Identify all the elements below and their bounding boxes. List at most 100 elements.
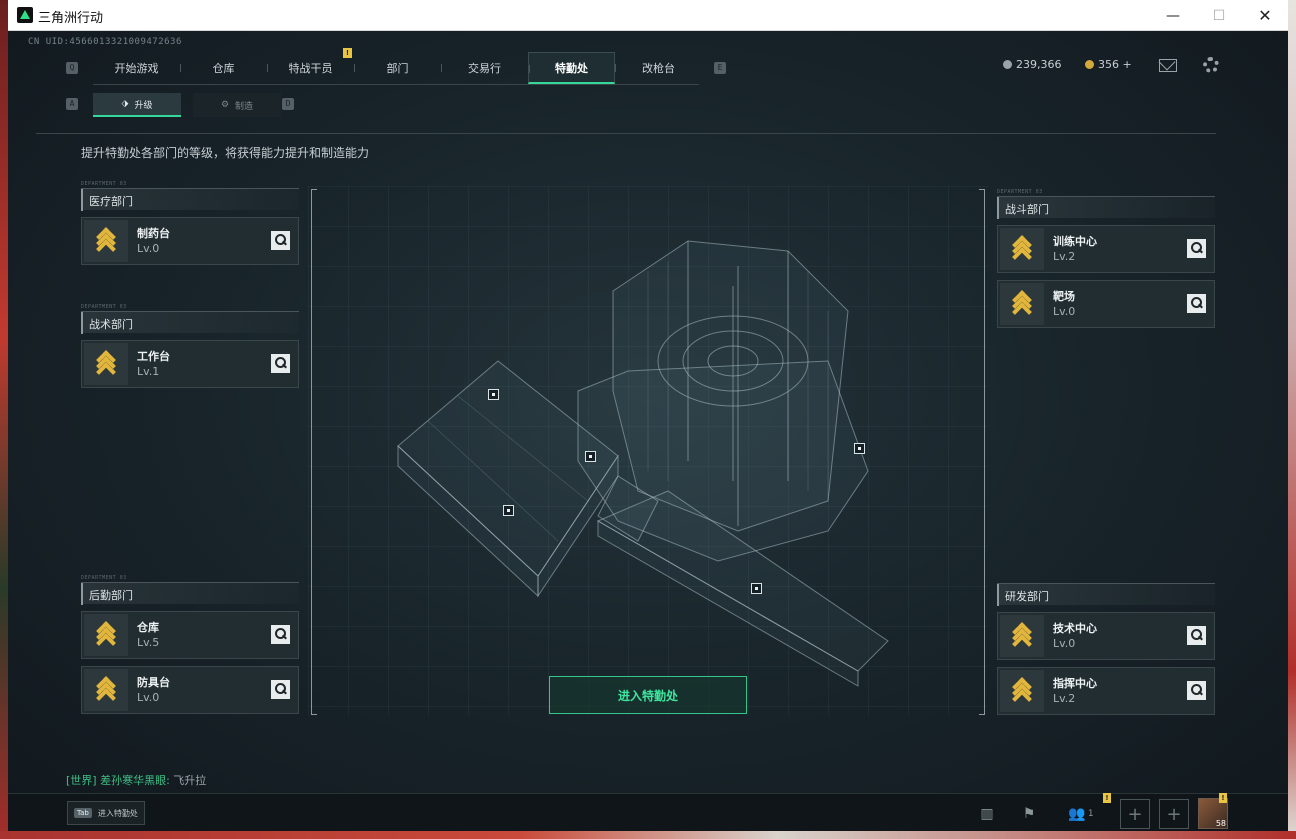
facility-name: 工作台 bbox=[137, 350, 170, 363]
facility-name: 制药台 bbox=[137, 227, 170, 240]
world-chat-line[interactable]: [世界] 差孙寒华黑眼: 飞升拉 bbox=[66, 772, 206, 788]
facility-card-storage[interactable]: 仓库 Lv.5 bbox=[81, 611, 299, 659]
tab-market[interactable]: 交易行 bbox=[441, 52, 528, 84]
main-nav: 开始游戏 仓库 特战干员 部门 交易行 特勤处 改枪台 bbox=[93, 52, 702, 84]
search-icon[interactable] bbox=[271, 354, 290, 373]
facility-name: 技术中心 bbox=[1053, 622, 1097, 635]
window-title: 三角洲行动 bbox=[38, 11, 104, 26]
friends-count: 1 bbox=[1087, 809, 1094, 819]
tab-key: Tab bbox=[74, 808, 92, 818]
minimize-button[interactable]: — bbox=[1150, 0, 1196, 31]
add-squad-slot-button[interactable]: + bbox=[1159, 799, 1189, 829]
player-uid: CN UID:4566013321009472636 bbox=[28, 37, 182, 47]
people-icon: 👥 bbox=[1068, 806, 1086, 822]
facility-name: 训练中心 bbox=[1053, 235, 1097, 248]
game-window: 三角洲行动 — ☐ ✕ CN UID:4566013321009472636 Q… bbox=[8, 0, 1288, 831]
shooting-range-icon bbox=[1000, 283, 1044, 325]
facility-card-tech-center[interactable]: 技术中心 Lv.0 bbox=[997, 612, 1215, 660]
tab-operators[interactable]: 特战干员 bbox=[267, 52, 354, 84]
header-divider bbox=[36, 133, 1216, 134]
tab-departments[interactable]: 部门 bbox=[354, 52, 441, 84]
avatar-level: 58 bbox=[1215, 819, 1226, 828]
enter-special-ops-button[interactable]: 进入特勤处 bbox=[549, 676, 747, 714]
tab-shortcut-hint[interactable]: Tab 进入特勤处 bbox=[67, 801, 145, 825]
storage-icon bbox=[84, 614, 128, 656]
title-bar: 三角洲行动 — ☐ ✕ bbox=[8, 0, 1288, 31]
nav-divider bbox=[93, 84, 699, 85]
chat-user: 差孙寒华黑眼 bbox=[100, 774, 167, 787]
model-hotspot[interactable] bbox=[503, 505, 514, 516]
mail-icon[interactable] bbox=[1159, 59, 1177, 72]
search-icon[interactable] bbox=[1187, 239, 1206, 258]
model-hotspot[interactable] bbox=[488, 389, 499, 400]
friends-icon[interactable]: 👥 1 bbox=[1064, 799, 1098, 829]
pharmacy-icon bbox=[84, 220, 128, 262]
dept-header-tactical: 战术部门 bbox=[81, 311, 299, 334]
facility-level: Lv.2 bbox=[1053, 250, 1076, 263]
facility-card-armor-bench[interactable]: 防具台 Lv.0 bbox=[81, 666, 299, 714]
gold-amount: 356 + bbox=[1098, 58, 1132, 71]
search-icon[interactable] bbox=[271, 625, 290, 644]
subtab-next-key[interactable]: D bbox=[282, 98, 294, 110]
upgrade-icon: ⬗ bbox=[121, 99, 129, 109]
search-icon[interactable] bbox=[1187, 294, 1206, 313]
facility-card-command-center[interactable]: 指挥中心 Lv.2 bbox=[997, 667, 1215, 715]
training-center-icon bbox=[1000, 228, 1044, 270]
dept-tag: DEPARTMENT 03 bbox=[81, 181, 127, 187]
game-viewport: CN UID:4566013321009472636 Q 开始游戏 仓库 特战干… bbox=[8, 31, 1288, 831]
tab-gunsmith[interactable]: 改枪台 bbox=[615, 52, 702, 84]
search-icon[interactable] bbox=[271, 231, 290, 250]
gold-coin-icon bbox=[1085, 60, 1094, 69]
tab-special-ops[interactable]: 特勤处 bbox=[528, 52, 615, 84]
search-icon[interactable] bbox=[1187, 681, 1206, 700]
search-icon[interactable] bbox=[271, 680, 290, 699]
facility-level: Lv.0 bbox=[137, 691, 160, 704]
gold-currency[interactable]: 356 + bbox=[1085, 58, 1132, 71]
model-hotspot[interactable] bbox=[585, 451, 596, 462]
tab-warehouse[interactable]: 仓库 bbox=[180, 52, 267, 84]
facility-card-pharmacy[interactable]: 制药台 Lv.0 bbox=[81, 217, 299, 265]
gear-icon[interactable] bbox=[1203, 57, 1219, 73]
facility-card-workbench[interactable]: 工作台 Lv.1 bbox=[81, 340, 299, 388]
app-logo-icon bbox=[17, 7, 33, 23]
close-button[interactable]: ✕ bbox=[1242, 0, 1288, 31]
view-bracket-left bbox=[311, 189, 317, 715]
view-bracket-right bbox=[979, 189, 985, 715]
model-hotspot[interactable] bbox=[854, 443, 865, 454]
chat-channel: [世界] bbox=[66, 774, 97, 787]
facility-card-shooting-range[interactable]: 靶场 Lv.0 bbox=[997, 280, 1215, 328]
facility-level: Lv.5 bbox=[137, 636, 160, 649]
facility-level: Lv.2 bbox=[1053, 692, 1076, 705]
facility-card-training-center[interactable]: 训练中心 Lv.2 bbox=[997, 225, 1215, 273]
silver-coin-icon bbox=[1003, 60, 1012, 69]
search-icon[interactable] bbox=[1187, 626, 1206, 645]
facility-level: Lv.1 bbox=[137, 365, 160, 378]
dept-tag: DEPARTMENT 03 bbox=[997, 189, 1043, 195]
workbench-icon bbox=[84, 343, 128, 385]
dept-header-combat: 战斗部门 bbox=[997, 196, 1215, 219]
add-squad-slot-button[interactable]: + bbox=[1120, 799, 1150, 829]
headquarters-wireframe-model[interactable] bbox=[388, 231, 898, 701]
nav-next-key[interactable]: E bbox=[714, 62, 726, 74]
nav-prev-key[interactable]: Q bbox=[66, 62, 78, 74]
stats-chart-icon[interactable]: ▥ bbox=[970, 799, 1004, 829]
tab-start-game[interactable]: 开始游戏 bbox=[93, 52, 180, 84]
facility-level: Lv.0 bbox=[137, 242, 160, 255]
model-hotspot[interactable] bbox=[751, 583, 762, 594]
subtab-craft[interactable]: ⚙ 制造 bbox=[193, 93, 281, 117]
operators-alert-badge: ! bbox=[343, 48, 352, 58]
facility-level: Lv.0 bbox=[1053, 637, 1076, 650]
facility-name: 防具台 bbox=[137, 676, 170, 689]
tab-hint-label: 进入特勤处 bbox=[97, 808, 138, 818]
craft-icon: ⚙ bbox=[220, 100, 230, 110]
subtab-craft-label: 制造 bbox=[235, 101, 254, 112]
maximize-button[interactable]: ☐ bbox=[1196, 0, 1242, 31]
subtab-upgrade[interactable]: ⬗ 升级 bbox=[93, 93, 181, 117]
flag-icon[interactable]: ⚑ bbox=[1012, 799, 1046, 829]
facility-name: 指挥中心 bbox=[1053, 677, 1097, 690]
subtab-prev-key[interactable]: A bbox=[66, 98, 78, 110]
desktop-background-left bbox=[0, 0, 8, 839]
facility-name: 仓库 bbox=[137, 621, 159, 634]
page-description: 提升特勤处各部门的等级，将获得能力提升和制造能力 bbox=[81, 146, 370, 160]
avatar-alert-badge: ! bbox=[1219, 793, 1227, 803]
